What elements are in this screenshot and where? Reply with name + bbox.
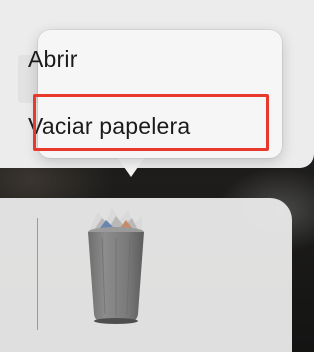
menu-item-open[interactable]: Abrir [28, 46, 78, 73]
menu-pointer [117, 157, 145, 177]
trash-full-icon[interactable] [84, 206, 148, 326]
menu-item-empty-trash[interactable]: Vaciar papelera [28, 113, 190, 140]
dock-separator [37, 218, 38, 330]
